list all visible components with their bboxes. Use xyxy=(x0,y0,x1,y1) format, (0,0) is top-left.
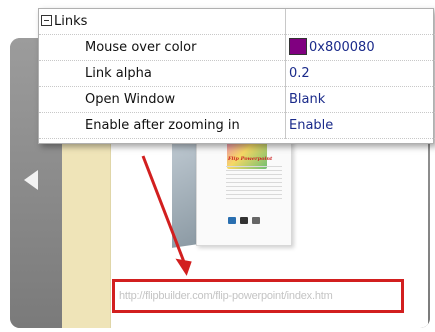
box-title: Flip Powerpoint xyxy=(228,156,273,162)
property-name: Mouse over color xyxy=(85,40,197,55)
box-text-lines xyxy=(226,166,282,202)
property-name: Enable after zooming in xyxy=(85,118,240,133)
color-value: 0x800080 xyxy=(309,40,375,55)
property-value[interactable]: 0.2 xyxy=(285,61,435,87)
property-value[interactable]: Blank xyxy=(285,87,435,113)
property-name: Open Window xyxy=(85,92,176,107)
previous-page-arrow-icon[interactable] xyxy=(24,170,38,190)
color-swatch[interactable] xyxy=(289,38,307,55)
links-section-header[interactable]: Links xyxy=(39,9,435,35)
collapse-icon[interactable] xyxy=(41,15,52,26)
property-row-mouse-over-color[interactable]: Mouse over color 0x800080 xyxy=(39,35,435,61)
section-header-value xyxy=(285,9,435,35)
property-value-color[interactable]: 0x800080 xyxy=(285,35,435,61)
property-row-link-alpha[interactable]: Link alpha 0.2 xyxy=(39,61,435,87)
property-name: Link alpha xyxy=(85,66,152,81)
url-highlight-box: http://flipbuilder.com/flip-powerpoint/i… xyxy=(112,279,404,313)
property-value[interactable]: Enable xyxy=(285,113,435,139)
property-row-open-window[interactable]: Open Window Blank xyxy=(39,87,435,113)
page-url-text[interactable]: http://flipbuilder.com/flip-powerpoint/i… xyxy=(119,290,333,302)
box-icons xyxy=(228,214,284,226)
section-label: Links xyxy=(54,14,88,29)
property-row-enable-after-zooming[interactable]: Enable after zooming in Enable xyxy=(39,113,435,139)
link-properties-grid: Links Mouse over color 0x800080 Link alp… xyxy=(38,8,435,144)
